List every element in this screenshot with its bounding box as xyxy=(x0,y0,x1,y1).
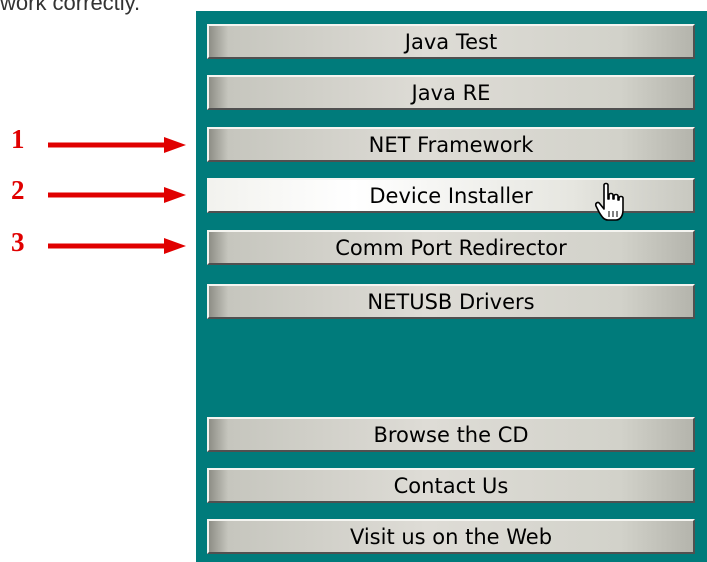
red-arrow-icon xyxy=(48,238,186,254)
red-arrow-icon xyxy=(48,187,186,203)
browse-cd-button[interactable]: Browse the CD xyxy=(207,417,695,452)
hand-pointer-icon xyxy=(595,182,624,221)
instruction-text: work correctly. xyxy=(0,0,141,15)
visit-web-button[interactable]: Visit us on the Web xyxy=(207,519,695,554)
red-arrow-icon xyxy=(48,137,186,153)
java-re-button[interactable]: Java RE xyxy=(207,75,695,110)
net-framework-button[interactable]: NET Framework xyxy=(207,127,695,162)
contact-us-button[interactable]: Contact Us xyxy=(207,468,695,503)
netusb-drivers-button[interactable]: NETUSB Drivers xyxy=(207,284,695,319)
annotation-number-2: 2 xyxy=(11,175,25,205)
java-test-button[interactable]: Java Test xyxy=(207,24,695,59)
annotation-number-1: 1 xyxy=(11,124,25,154)
launcher-menu-panel: Java Test Java RE NET Framework Device I… xyxy=(196,11,707,562)
comm-port-redirector-button[interactable]: Comm Port Redirector xyxy=(207,230,695,265)
annotation-number-3: 3 xyxy=(11,227,25,257)
